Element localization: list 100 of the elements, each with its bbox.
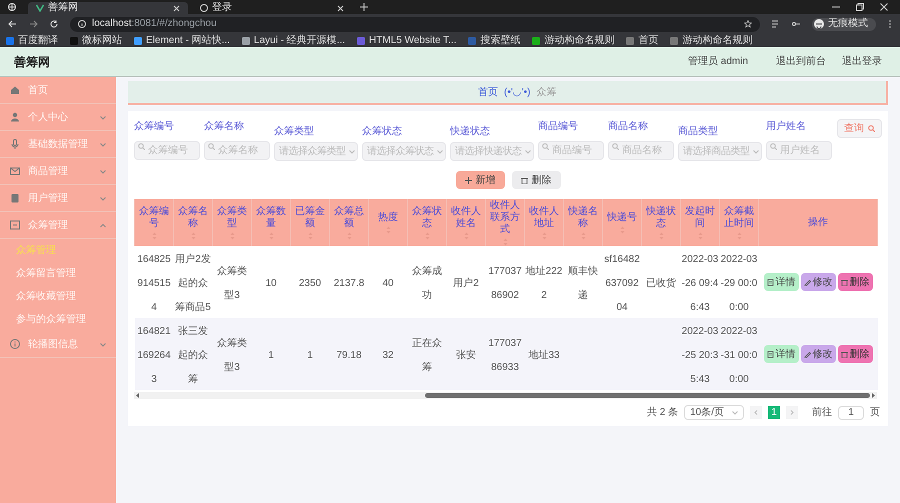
delete-button[interactable]: 删除 [512, 171, 560, 189]
address-bar[interactable]: localhost:8081/#/zhongchou [70, 16, 760, 32]
input-field[interactable]: 众筹名称 [204, 141, 270, 160]
column-header[interactable]: 收件人姓名 [448, 206, 484, 240]
bookmark-icon [468, 36, 476, 44]
search-icon [208, 143, 215, 150]
detail-button[interactable]: 详情 [764, 345, 798, 363]
breadcrumb-current: 众筹 [536, 86, 556, 100]
column-header[interactable]: 快递号 [604, 212, 640, 234]
bookmark[interactable]: 首页 [626, 36, 658, 46]
filter-label: 商品类型 [678, 124, 719, 139]
submenu-item[interactable]: 众筹收藏管理 [0, 285, 116, 308]
bookmark-icon [670, 36, 678, 44]
incognito-icon [814, 19, 824, 29]
table-cell: 10 [265, 278, 277, 289]
bookmark[interactable]: HTML5 Website T... [357, 36, 456, 46]
page-input[interactable]: 1 [838, 406, 864, 420]
browser-tab[interactable]: 登录 [192, 2, 352, 14]
table-cell: 正在众筹 [412, 338, 442, 373]
table-cell: 张三发起的众筹 [178, 326, 208, 385]
add-button[interactable]: 新增 [456, 171, 504, 189]
incognito-button[interactable]: 无痕模式 [812, 18, 876, 30]
column-header[interactable]: 众筹名称 [175, 206, 211, 240]
sidebar-item[interactable]: 商品管理 [0, 158, 116, 185]
edit-button[interactable]: 修改 [800, 273, 836, 291]
bookmark[interactable]: 微标网站 [70, 36, 122, 46]
breadcrumb-link[interactable]: 首页 [478, 84, 498, 100]
close-icon [880, 3, 888, 11]
page-size-select[interactable]: 10条/页 [684, 405, 744, 420]
table-cell: 1 [307, 350, 313, 361]
mail-icon [10, 166, 20, 176]
sidebar-item[interactable]: 众筹管理 [0, 212, 116, 239]
table-cell: 用户2 [453, 278, 479, 289]
v-logo-icon [36, 4, 44, 12]
column-header[interactable]: 收件人联系方式 [487, 200, 523, 246]
header-link[interactable]: 退出登录 [842, 54, 882, 69]
column-header[interactable]: 发起时间 [682, 206, 718, 240]
column-header[interactable]: 众筹截止时间 [721, 206, 757, 240]
sidebar-item[interactable]: 基础数据管理 [0, 131, 116, 158]
column-header[interactable]: 快递名称 [565, 206, 601, 240]
column-header[interactable]: 众筹数量 [253, 206, 289, 240]
table-cell: 2022-03-29 00:00:00 [720, 254, 758, 313]
search-icon [138, 143, 145, 150]
search-icon [542, 143, 549, 150]
table-cell: 2022-03-26 09:46:43 [682, 254, 718, 313]
bookmark[interactable]: 游动构命名规则 [532, 36, 614, 46]
table-cell: 1648211692643 [137, 326, 171, 385]
chevron-down-icon [100, 114, 106, 120]
bookmark-icon [70, 36, 78, 44]
horizontal-scrollbar[interactable] [134, 392, 877, 399]
search-icon [612, 143, 619, 150]
delete-button[interactable]: 删除 [838, 345, 872, 363]
sidebar-item[interactable]: 个人中心 [0, 104, 116, 131]
delete-button[interactable]: 删除 [838, 273, 872, 291]
bookmark[interactable]: Layui - 经典开源模... [242, 36, 346, 46]
bookmark[interactable]: Element - 网站快... [134, 36, 230, 46]
scroll-right-icon [872, 393, 875, 398]
table-cell: 地址33 [528, 350, 560, 361]
column-header[interactable]: 已筹金额 [292, 206, 328, 240]
input-field[interactable]: 用户姓名 [766, 141, 832, 160]
bookmark[interactable]: 游动构命名规则 [670, 36, 752, 46]
prev-page-button[interactable] [750, 406, 762, 419]
input-field[interactable]: 众筹编号 [134, 141, 200, 160]
chevron-down-icon [100, 342, 106, 346]
breadcrumb-separator: (•'◡'•) [504, 86, 530, 100]
detail-button[interactable]: 详情 [764, 273, 798, 291]
column-header[interactable]: 收件人地址 [526, 206, 562, 240]
input-field[interactable]: 商品编号 [538, 141, 604, 160]
goto-suffix: 页 [870, 406, 880, 420]
bookmark[interactable]: 搜索壁纸 [468, 36, 520, 46]
column-header[interactable]: 众筹状态 [409, 206, 445, 240]
input-field[interactable]: 商品名称 [608, 141, 674, 160]
filter-label: 商品名称 [608, 120, 649, 134]
column-header[interactable]: 热度 [370, 212, 406, 234]
next-page-button[interactable] [786, 406, 798, 419]
star-icon [744, 20, 752, 28]
column-header[interactable]: 操作 [760, 216, 876, 228]
table-cell: 2022-03-25 20:35:43 [682, 326, 718, 385]
chevron-right-icon [790, 410, 794, 415]
table-cell: 众筹类型3 [217, 266, 247, 301]
edit-button[interactable]: 修改 [800, 345, 836, 363]
back-icon [8, 20, 17, 28]
column-header[interactable]: 快递状态 [643, 206, 679, 240]
total-count: 共 2 条 [646, 406, 678, 420]
header-link[interactable]: 退出到前台 [776, 54, 826, 69]
filter-label: 众筹编号 [134, 120, 175, 134]
home-icon [10, 85, 20, 95]
document-icon [766, 350, 774, 358]
column-header[interactable]: 众筹总额 [331, 206, 367, 240]
column-header[interactable]: 众筹编号 [136, 206, 172, 240]
column-header[interactable]: 众筹类型 [214, 206, 250, 240]
bookmark-icon [134, 36, 142, 44]
page-button[interactable]: 1 [768, 406, 780, 419]
search-button[interactable]: 查询 [837, 119, 882, 138]
site-title: 善筹网 [14, 54, 50, 70]
table-cell: 众筹类型3 [217, 338, 247, 373]
browser-tab[interactable]: 善筹网 [28, 2, 188, 14]
submenu-item[interactable]: 参与的众筹管理 [0, 308, 116, 331]
bookmark[interactable]: 百度翻译 [6, 36, 58, 46]
table-cell: 2137.8 [334, 278, 364, 289]
